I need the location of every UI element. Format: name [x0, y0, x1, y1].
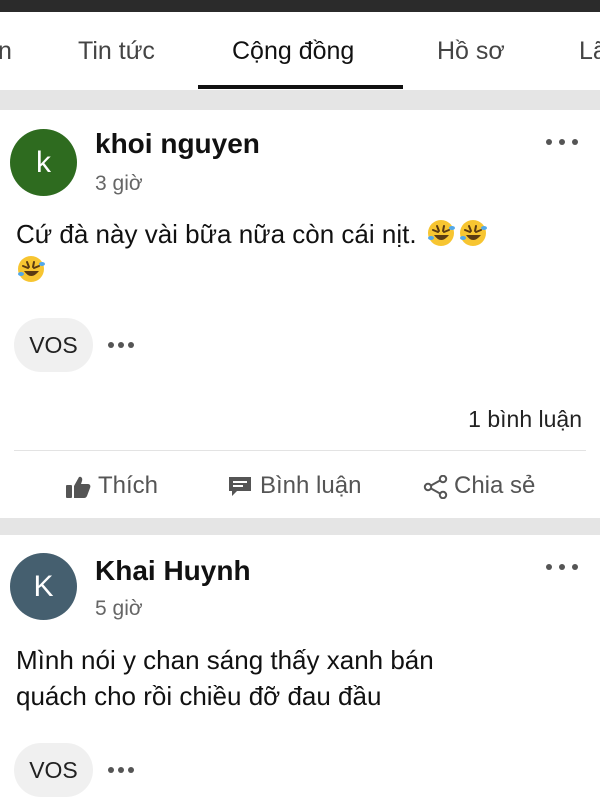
post-time: 3 giờ	[95, 172, 143, 195]
action-divider	[14, 450, 586, 451]
tab-next[interactable]: Lã	[579, 12, 600, 90]
more-tags-icon[interactable]	[106, 758, 136, 782]
post-body: Mình nói y chan sáng thấy xanh bán quách…	[16, 642, 576, 714]
share-label: Chia sẻ	[454, 472, 536, 499]
post-card: k khoi nguyen 3 giờ Cứ đà này vài bữa nữ…	[0, 110, 600, 518]
post-author[interactable]: Khai Huynh	[95, 555, 251, 587]
rolling-on-floor-laughing-icon	[18, 256, 45, 282]
thumbs-up-icon	[66, 476, 91, 498]
tab-bar: n Tin tức Cộng đồng Hồ sơ Lã	[0, 12, 600, 90]
share-icon	[423, 475, 448, 499]
comment-count[interactable]: 1 bình luận	[468, 406, 582, 433]
post-author[interactable]: khoi nguyen	[95, 128, 260, 160]
post-time: 5 giờ	[95, 597, 143, 620]
post-text-line: Mình nói y chan sáng thấy xanh bán	[16, 645, 434, 675]
tab-cong-dong[interactable]: Cộng đồng	[232, 12, 354, 90]
tag-chip[interactable]: VOS	[14, 743, 93, 797]
like-button[interactable]: Thích	[65, 466, 175, 506]
avatar[interactable]: k	[10, 129, 77, 196]
more-tags-icon[interactable]	[106, 333, 136, 357]
more-options-icon[interactable]	[540, 130, 584, 154]
tab-previous[interactable]: n	[0, 12, 12, 90]
share-button[interactable]: Chia sẻ	[423, 466, 553, 506]
rolling-on-floor-laughing-icon	[427, 220, 455, 246]
tab-tin-tuc[interactable]: Tin tức	[78, 12, 155, 90]
like-label: Thích	[98, 472, 159, 499]
feed-separator	[0, 90, 600, 110]
post-text: Cứ đà này vài bữa nữa còn cái nịt.	[16, 219, 417, 249]
tab-ho-so[interactable]: Hồ sơ	[437, 12, 505, 90]
more-options-icon[interactable]	[540, 555, 584, 579]
status-bar-strip	[0, 0, 600, 12]
post-card: K Khai Huynh 5 giờ Mình nói y chan sáng …	[0, 535, 600, 800]
rolling-on-floor-laughing-icon	[459, 220, 487, 246]
post-body: Cứ đà này vài bữa nữa còn cái nịt.	[16, 216, 576, 288]
comment-button[interactable]: Bình luận	[227, 466, 377, 506]
post-text-line: quách cho rồi chiều đỡ đau đầu	[16, 681, 382, 711]
active-tab-indicator	[198, 85, 403, 89]
comment-label: Bình luận	[260, 472, 362, 499]
avatar[interactable]: K	[10, 553, 77, 620]
feed-separator	[0, 518, 600, 535]
comment-icon	[229, 477, 251, 496]
tag-chip[interactable]: VOS	[14, 318, 93, 372]
